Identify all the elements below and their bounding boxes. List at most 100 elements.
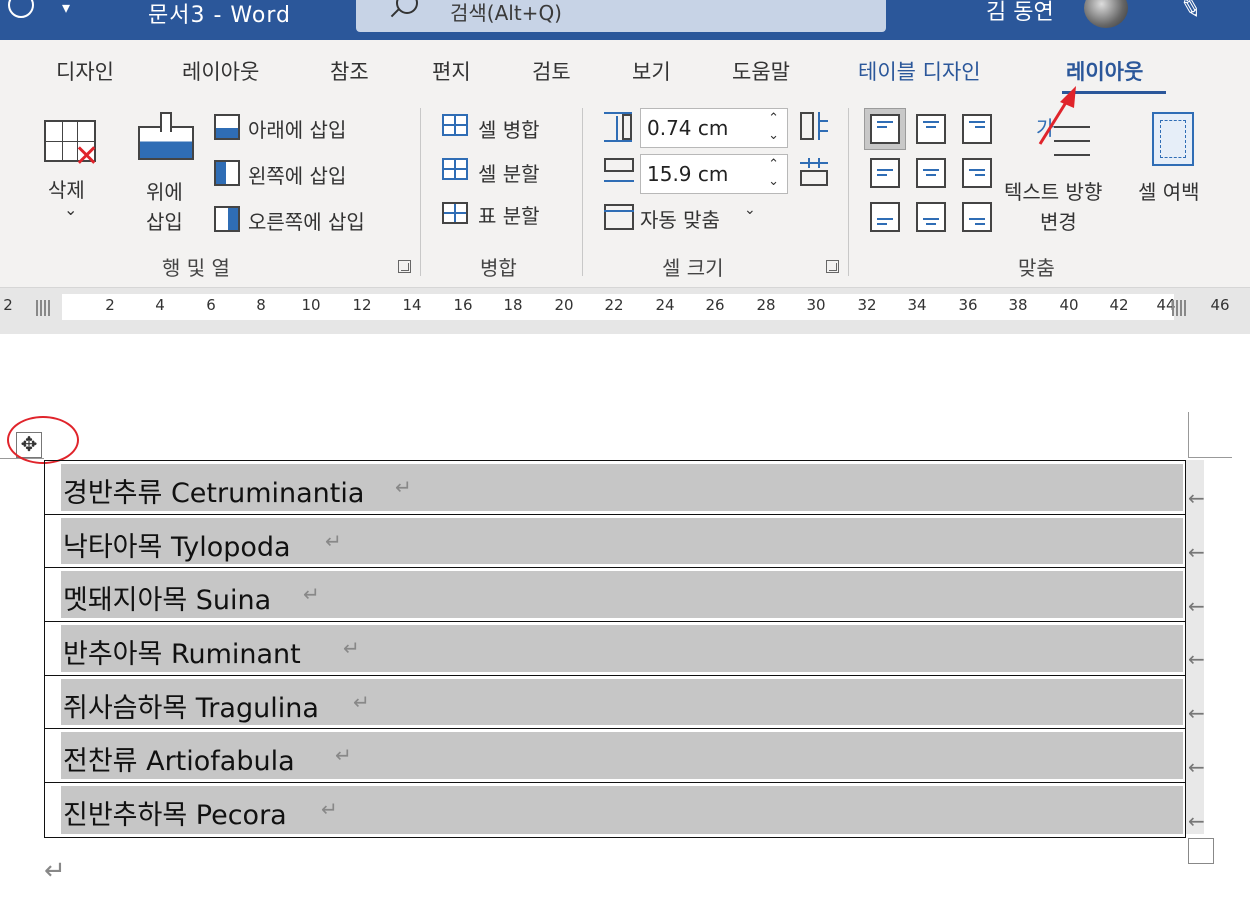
tab-view[interactable]: 보기 xyxy=(632,56,671,86)
insert-below-icon[interactable] xyxy=(214,114,240,140)
delete-dropdown-arrow[interactable]: ⌄ xyxy=(64,200,77,219)
ruler-tick: 14 xyxy=(402,296,422,314)
user-name[interactable]: 김 동연 xyxy=(986,0,1054,26)
align-middle-left-icon[interactable] xyxy=(870,158,900,188)
tab-table-design[interactable]: 테이블 디자인 xyxy=(858,56,981,86)
row-end-mark: ← xyxy=(1188,755,1205,779)
delete-x-icon: ✕ xyxy=(74,139,100,174)
table-cell-text[interactable]: 낙타아목 Tylopoda xyxy=(63,525,291,564)
cell-margins-button[interactable]: 셀 여백 xyxy=(1138,176,1200,205)
rows-columns-launcher-icon[interactable] xyxy=(398,260,411,273)
insert-above-icon[interactable] xyxy=(138,112,194,162)
table-cell-text[interactable]: 쥐사슴하목 Tragulina xyxy=(63,686,319,725)
insert-below-button[interactable]: 아래에 삽입 xyxy=(248,114,346,143)
search-box[interactable]: 검색(Alt+Q) xyxy=(356,0,886,32)
split-table-button[interactable]: 표 분할 xyxy=(478,200,540,229)
delete-button[interactable]: 삭제 xyxy=(48,174,85,203)
row-end-mark: ← xyxy=(1188,540,1205,564)
row-end-mark: ← xyxy=(1188,594,1205,618)
table-row[interactable]: 쥐사슴하목 Tragulina ↵ xyxy=(45,676,1185,730)
insert-left-button[interactable]: 왼쪽에 삽입 xyxy=(248,160,346,189)
table[interactable]: 경반추류 Cetruminantia ↵ 낙타아목 Tylopoda ↵ 멧돼지… xyxy=(44,460,1186,838)
table-cell-text[interactable]: 반추아목 Ruminant xyxy=(63,632,301,671)
group-divider xyxy=(848,108,849,276)
annotation-arrow xyxy=(1038,86,1076,145)
ruler-tick: 28 xyxy=(756,296,776,314)
align-top-left-icon[interactable] xyxy=(870,114,900,144)
table-resize-handle[interactable] xyxy=(1188,838,1214,864)
row-height-spinner[interactable]: ⌃ ⌄ xyxy=(768,110,779,144)
align-bottom-left-icon[interactable] xyxy=(870,202,900,232)
group-label-cell-size: 셀 크기 xyxy=(662,256,724,280)
text-direction-label-2[interactable]: 변경 xyxy=(1040,206,1077,235)
quick-access-dropdown[interactable]: ▾ xyxy=(62,0,70,17)
align-bottom-center-icon[interactable] xyxy=(916,202,946,232)
cell-end-mark: ↵ xyxy=(325,528,342,553)
cell-end-mark: ↵ xyxy=(353,689,370,714)
row-end-mark: ← xyxy=(1188,809,1205,833)
tab-review[interactable]: 검토 xyxy=(532,56,571,86)
group-label-rows-columns: 행 및 열 xyxy=(162,256,230,280)
ruler-column-marker-icon[interactable] xyxy=(36,300,52,316)
table-row[interactable]: 낙타아목 Tylopoda ↵ xyxy=(45,515,1185,569)
tab-table-layout[interactable]: 레이아웃 xyxy=(1066,56,1143,86)
row-end-mark: ← xyxy=(1188,701,1205,725)
table-cell-text[interactable]: 경반추류 Cetruminantia xyxy=(63,471,364,510)
tab-help[interactable]: 도움말 xyxy=(732,56,790,86)
split-cells-icon[interactable] xyxy=(442,158,468,180)
tab-references[interactable]: 참조 xyxy=(330,56,369,86)
distribute-rows-icon[interactable] xyxy=(800,112,828,140)
merge-cells-button[interactable]: 셀 병합 xyxy=(478,114,540,143)
insert-above-label-1[interactable]: 위에 xyxy=(146,176,183,205)
table-row[interactable]: 진반추하목 Pecora ↵ xyxy=(45,783,1185,837)
tab-design[interactable]: 디자인 xyxy=(56,56,114,86)
ruler-tick: 38 xyxy=(1008,296,1028,314)
merge-cells-icon[interactable] xyxy=(442,114,468,136)
align-top-right-icon[interactable] xyxy=(962,114,992,144)
cell-end-mark: ↵ xyxy=(303,582,320,607)
ruler-column-marker-icon[interactable] xyxy=(1172,300,1188,316)
row-height-input[interactable]: 0.74 cm ⌃ ⌄ xyxy=(640,108,788,148)
autosave-icon[interactable] xyxy=(8,0,34,18)
autofit-button[interactable]: 자동 맞춤 xyxy=(640,204,720,233)
insert-right-icon[interactable] xyxy=(214,206,240,232)
ruler-tick: 4 xyxy=(155,296,165,314)
align-top-center-icon[interactable] xyxy=(916,114,946,144)
distribute-columns-icon[interactable] xyxy=(800,158,828,186)
table-row[interactable]: 전찬류 Artiofabula ↵ xyxy=(45,729,1185,784)
split-cells-button[interactable]: 셀 분할 xyxy=(478,158,540,187)
table-row[interactable]: 멧돼지아목 Suina ↵ xyxy=(45,568,1185,623)
horizontal-ruler[interactable]: 2 2 4 6 8 10 12 14 16 18 20 22 24 26 28 … xyxy=(0,288,1250,334)
cell-end-mark: ↵ xyxy=(343,636,360,661)
align-middle-right-icon[interactable] xyxy=(962,158,992,188)
ruler-tick: 26 xyxy=(705,296,725,314)
align-bottom-right-icon[interactable] xyxy=(962,202,992,232)
cell-size-launcher-icon[interactable] xyxy=(826,260,839,273)
tab-mailings[interactable]: 편지 xyxy=(432,56,471,86)
pen-icon[interactable]: ✎ xyxy=(1176,0,1205,26)
autofit-dropdown-arrow[interactable]: ⌄ xyxy=(744,202,756,218)
insert-above-label-2[interactable]: 삽입 xyxy=(146,206,183,235)
table-cell-text[interactable]: 전찬류 Artiofabula xyxy=(63,739,295,778)
tab-layout[interactable]: 레이아웃 xyxy=(182,56,259,86)
column-width-icon xyxy=(604,158,634,188)
insert-left-icon[interactable] xyxy=(214,160,240,186)
insert-right-button[interactable]: 오른쪽에 삽입 xyxy=(248,206,365,235)
cell-margins-icon[interactable] xyxy=(1152,112,1194,166)
align-middle-center-icon[interactable] xyxy=(916,158,946,188)
table-row[interactable]: 반추아목 Ruminant ↵ xyxy=(45,622,1185,676)
ruler-tick: 30 xyxy=(806,296,826,314)
table-row[interactable]: 경반추류 Cetruminantia ↵ xyxy=(45,461,1185,515)
column-width-spinner[interactable]: ⌃ ⌄ xyxy=(768,156,779,190)
search-icon xyxy=(396,0,418,14)
title-bar: ▾ 문서3 - Word 검색(Alt+Q) 김 동연 ✎ xyxy=(0,0,1250,40)
split-table-icon[interactable] xyxy=(442,202,468,224)
ruler-tick: 42 xyxy=(1109,296,1129,314)
cell-end-mark: ↵ xyxy=(395,475,412,499)
table-cell-text[interactable]: 진반추하목 Pecora xyxy=(63,793,287,832)
column-width-input[interactable]: 15.9 cm ⌃ ⌄ xyxy=(640,154,788,194)
ruler-tick: 18 xyxy=(503,296,523,314)
avatar[interactable] xyxy=(1084,0,1128,28)
table-cell-text[interactable]: 멧돼지아목 Suina xyxy=(63,578,271,617)
text-direction-label-1[interactable]: 텍스트 방향 xyxy=(1004,176,1102,205)
